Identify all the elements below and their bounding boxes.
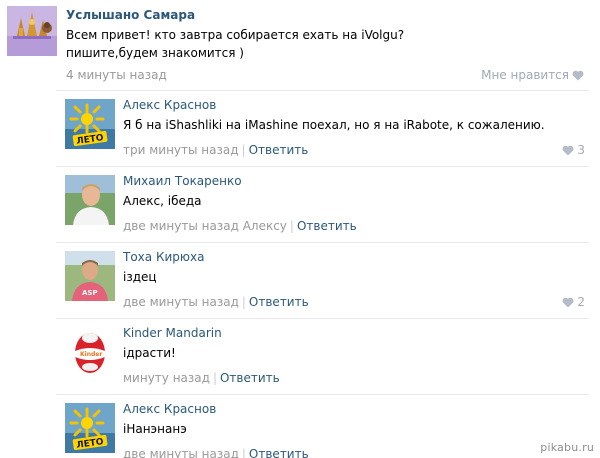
comment-timestamp[interactable]: две минуты назад — [123, 447, 239, 458]
comment-author[interactable]: Михаил Токаренко — [123, 174, 242, 188]
comment: ЛЕТО Алекс Краснов Я б на iShashliki на … — [56, 90, 589, 166]
post-text-line: пишите,будем знакомится ) — [66, 46, 244, 60]
comment-meta: минуту назад | Ответить — [123, 371, 280, 385]
svg-text:Kinder: Kinder — [80, 351, 102, 358]
comment-meta: две минуты назад | Ответить — [123, 295, 309, 309]
comment-meta: две минуты назад | Ответить — [123, 447, 309, 458]
reply-to-user[interactable]: Алексу — [243, 219, 287, 233]
comment-author[interactable]: Тоха Кирюха — [123, 250, 204, 264]
heart-icon — [572, 70, 584, 80]
comment-text: iдрасти! — [123, 346, 176, 360]
like-count: 3 — [577, 143, 585, 157]
comment-text: Алекс, iбеда — [123, 194, 202, 208]
reply-button[interactable]: Ответить — [249, 143, 309, 157]
post-timestamp[interactable]: 4 минуты назад — [66, 68, 167, 82]
comment: Михаил Токаренко Алекс, iбеда две минуты… — [56, 166, 589, 242]
comment-avatar[interactable]: ЛЕТО — [65, 99, 115, 149]
comment-avatar[interactable]: ASP — [65, 251, 115, 301]
comment-like-button[interactable]: 3 — [562, 143, 585, 157]
separator: | — [241, 143, 246, 157]
person-photo-icon — [65, 175, 115, 225]
samara-city-icon — [7, 6, 57, 56]
comment-author[interactable]: Алекс Краснов — [123, 402, 216, 416]
comment-avatar[interactable]: Kinder — [65, 327, 115, 377]
comment-like-button[interactable]: 2 — [562, 295, 585, 309]
comment-timestamp[interactable]: три минуты назад — [123, 143, 239, 157]
comment-meta: три минуты назад | Ответить — [123, 143, 308, 157]
like-count: 2 — [577, 295, 585, 309]
comment-meta: две минуты назад Алексу | Ответить — [123, 219, 357, 233]
kinder-egg-icon: Kinder — [65, 327, 115, 377]
sun-leto-icon: ЛЕТО — [65, 403, 115, 453]
post-text-line: Всем привет! кто завтра собирается ехать… — [66, 28, 405, 42]
like-label: Мне нравится — [481, 68, 569, 82]
separator: | — [241, 295, 246, 309]
comment: Kinder Kinder Mandarin iдрасти! минуту н… — [56, 318, 589, 394]
comment: ASP Тоха Кирюха iздец две минуты назад | О… — [56, 242, 589, 318]
comment-author[interactable]: Kinder Mandarin — [123, 326, 222, 340]
comment-avatar[interactable] — [65, 175, 115, 225]
reply-button[interactable]: Ответить — [249, 447, 309, 458]
comment-timestamp[interactable]: две минуты назад — [123, 219, 239, 233]
reply-button[interactable]: Ответить — [220, 371, 280, 385]
community-avatar[interactable] — [7, 6, 57, 56]
comment-text: iНанэнанэ — [123, 422, 187, 436]
wall-post: Услышано Самара Всем привет! кто завтра … — [0, 0, 600, 90]
post-author[interactable]: Услышано Самара — [66, 8, 195, 22]
comment: ЛЕТО Алекс Краснов iНанэнанэ две минуты … — [56, 394, 589, 458]
comment-text: Я б на iShashliki на iMashine поехал, но… — [123, 118, 545, 132]
comment-timestamp[interactable]: две минуты назад — [123, 295, 239, 309]
person-photo-icon: ASP — [65, 251, 115, 301]
comment-avatar[interactable]: ЛЕТО — [65, 403, 115, 453]
post-like-button[interactable]: Мне нравится — [481, 68, 584, 82]
separator: | — [241, 447, 246, 458]
separator: | — [289, 219, 294, 233]
post-text: Всем привет! кто завтра собирается ехать… — [66, 26, 586, 62]
comment-text: iздец — [123, 270, 157, 284]
comment-author[interactable]: Алекс Краснов — [123, 98, 216, 112]
reply-button[interactable]: Ответить — [249, 295, 309, 309]
reply-button[interactable]: Ответить — [297, 219, 357, 233]
separator: | — [212, 371, 217, 385]
sun-leto-icon: ЛЕТО — [65, 99, 115, 149]
svg-text:ASP: ASP — [82, 289, 98, 297]
heart-icon — [562, 145, 574, 155]
comment-timestamp[interactable]: минуту назад — [123, 371, 210, 385]
watermark: pikabu.ru — [540, 441, 594, 454]
heart-icon — [562, 297, 574, 307]
